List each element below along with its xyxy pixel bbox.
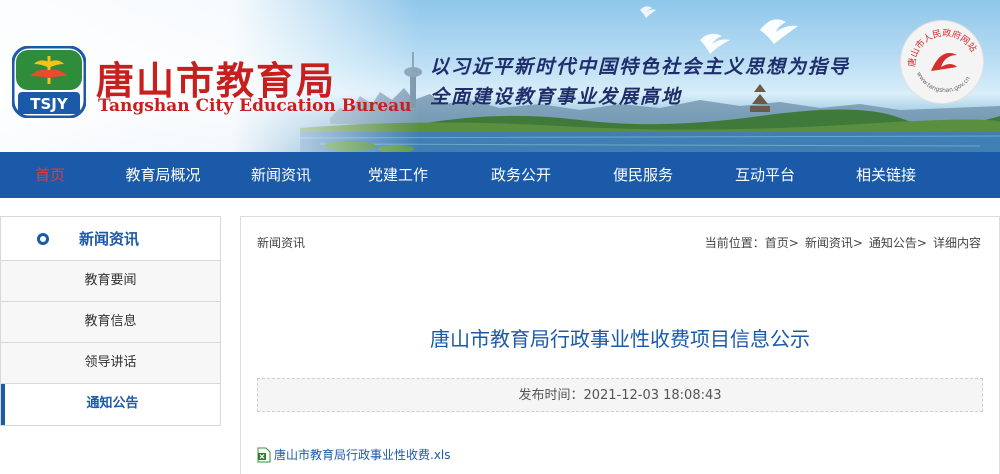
breadcrumb-prefix: 当前位置： [704, 235, 765, 250]
seal-icon[interactable]: 唐山市人民政府网站群成员 www.tangshan.gov.cn [900, 20, 984, 104]
publish-time: 发布时间：2021-12-03 18:08:43 [257, 378, 983, 412]
sidebar-item-education-info[interactable]: 教育信息 [1, 302, 220, 343]
sidebar-header: 新闻资讯 [1, 217, 220, 261]
nav-government-affairs[interactable]: 政务公开 [460, 152, 582, 198]
breadcrumb-current: 详细内容 [932, 235, 981, 250]
sidebar: 新闻资讯 教育要闻 教育信息 领导讲话 通知公告 [0, 216, 221, 426]
attachment-filename: 唐山市教育局行政事业性收费.xls [274, 448, 451, 462]
excel-file-icon [257, 447, 271, 462]
section-label: 新闻资讯 [257, 235, 306, 250]
nav-news[interactable]: 新闻资讯 [226, 152, 336, 198]
svg-text:TSJY: TSJY [30, 95, 69, 113]
nav-public-services[interactable]: 便民服务 [582, 152, 704, 198]
nav-home[interactable]: 首页 [0, 152, 100, 198]
article-panel: 新闻资讯 当前位置： 首页> 新闻资讯> 通知公告> 详细内容 唐山市教育局行政… [240, 216, 1000, 474]
logo-icon: TSJY [12, 46, 86, 118]
breadcrumb-news[interactable]: 新闻资讯> [805, 234, 863, 251]
header-banner: TSJY 唐山市教育局 Tangshan City Education Bure… [0, 0, 1000, 152]
breadcrumb-notices[interactable]: 通知公告> [869, 234, 927, 251]
content-area: 新闻资讯 教育要闻 教育信息 领导讲话 通知公告 新闻资讯 当前位置： 首页> … [0, 198, 1000, 474]
breadcrumb: 当前位置： 首页> 新闻资讯> 通知公告> 详细内容 [705, 234, 981, 251]
nav-interaction[interactable]: 互动平台 [704, 152, 826, 198]
circle-dot-icon [37, 232, 49, 245]
main-nav: 首页 教育局概况 新闻资讯 党建工作 政务公开 便民服务 互动平台 相关链接 [0, 152, 1000, 198]
article-title: 唐山市教育局行政事业性收费项目信息公示 [430, 327, 810, 351]
sidebar-item-education-news[interactable]: 教育要闻 [1, 261, 220, 302]
sidebar-item-notices[interactable]: 通知公告 [1, 384, 220, 425]
nav-related-links[interactable]: 相关链接 [826, 152, 946, 198]
site-subtitle: Tangshan City Education Bureau [98, 96, 412, 116]
nav-party-building[interactable]: 党建工作 [336, 152, 460, 198]
slogan-line-1: 以习近平新时代中国特色社会主义思想为指导 [430, 56, 851, 78]
nav-bureau-overview[interactable]: 教育局概况 [100, 152, 226, 198]
breadcrumb-bar: 新闻资讯 当前位置： 首页> 新闻资讯> 通知公告> 详细内容 [241, 217, 999, 267]
attachment-link[interactable]: 唐山市教育局行政事业性收费.xls [257, 446, 451, 463]
sidebar-item-leader-speeches[interactable]: 领导讲话 [1, 343, 220, 384]
slogan-line-2: 全面建设教育事业发展高地 [430, 86, 683, 108]
sidebar-title: 新闻资讯 [79, 230, 140, 248]
breadcrumb-home[interactable]: 首页> [765, 234, 799, 251]
svg-text:www.tangshan.gov.cn: www.tangshan.gov.cn [915, 71, 972, 94]
